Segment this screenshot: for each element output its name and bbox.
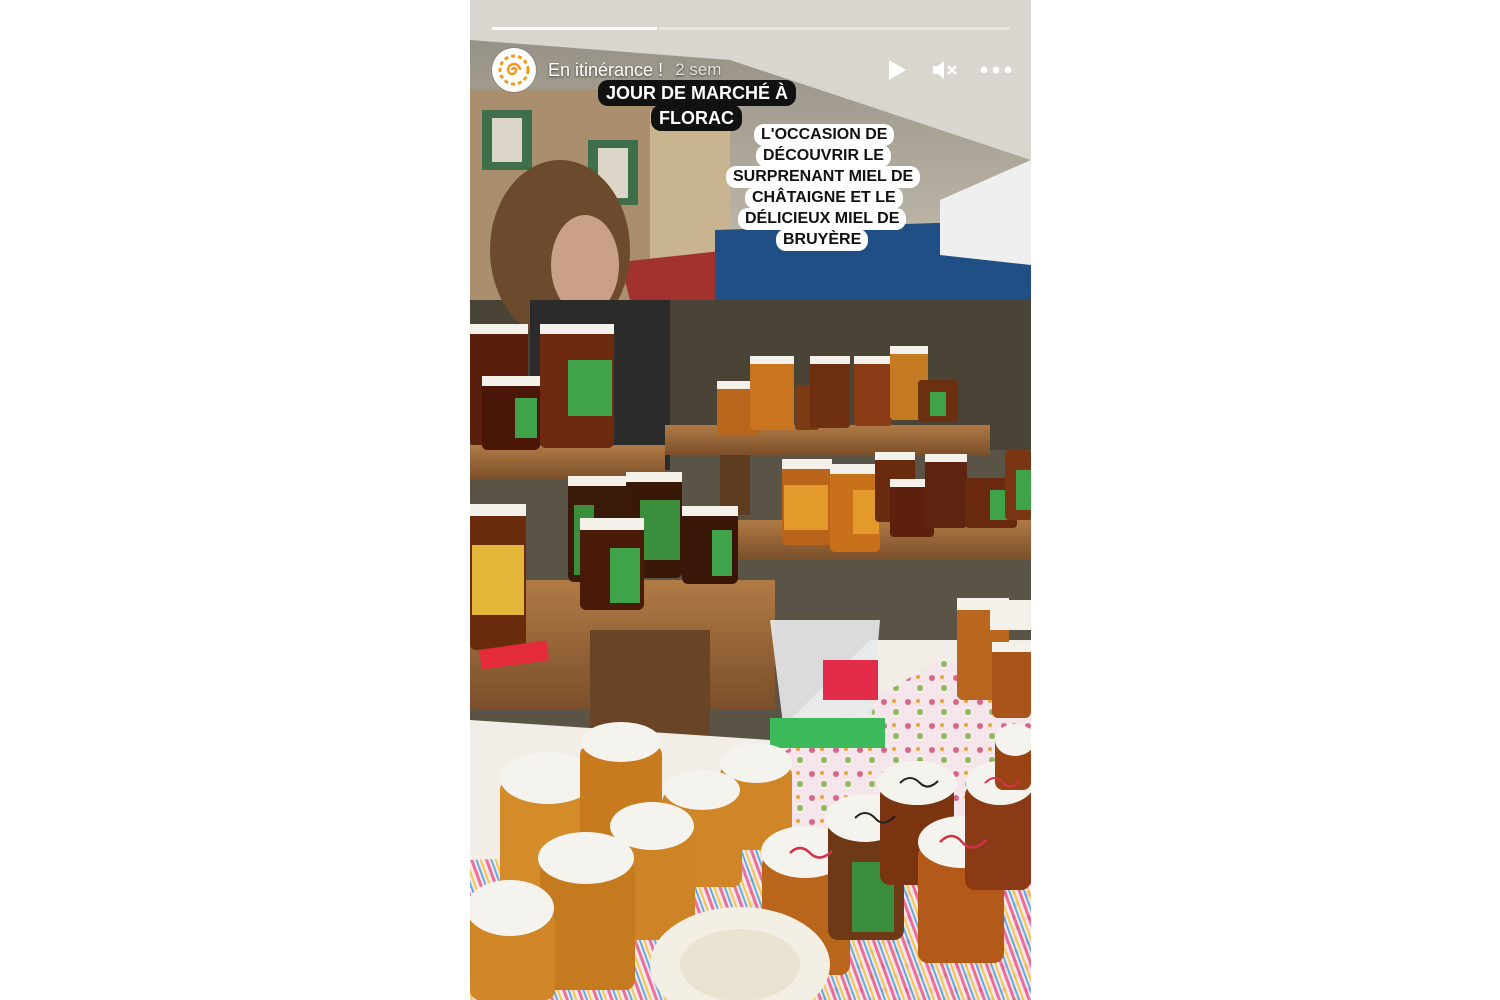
caption-title-line-2: FLORAC: [651, 105, 742, 131]
mute-button[interactable]: [931, 56, 959, 84]
account-name[interactable]: En itinérance !: [548, 60, 663, 81]
story-photo: [470, 0, 1031, 1000]
story-viewer[interactable]: En itinérance ! 2 sem JOUR DE MARCHÉ À F…: [470, 0, 1031, 1000]
caption-title-line-1: JOUR DE MARCHÉ À: [598, 80, 797, 106]
caption-body-line-1: L'OCCASION DE: [754, 124, 895, 146]
muted-speaker-icon: [933, 61, 957, 79]
story-controls: [883, 56, 1013, 84]
caption-body-line-6: BRUYÈRE: [776, 229, 869, 251]
caption-body-line-3: SURPRENANT MIEL DE: [726, 166, 921, 188]
progress-segment-remaining: [659, 27, 1010, 30]
play-icon: [889, 60, 906, 80]
caption-body-line-2: DÉCOUVRIR LE: [756, 145, 891, 167]
story-progress-bar: [492, 27, 1010, 30]
caption-body-line-4: CHÂTAIGNE ET LE: [745, 187, 903, 209]
more-options-button[interactable]: [979, 56, 1013, 84]
avatar[interactable]: [492, 48, 536, 92]
orange-spiral-logo-icon: [498, 54, 530, 86]
post-time: 2 sem: [675, 60, 722, 79]
play-button[interactable]: [883, 56, 911, 84]
caption-body-line-5: DÉLICIEUX MIEL DE: [738, 208, 907, 230]
more-horizontal-icon: [980, 66, 1012, 74]
progress-segment-viewed: [492, 27, 658, 30]
